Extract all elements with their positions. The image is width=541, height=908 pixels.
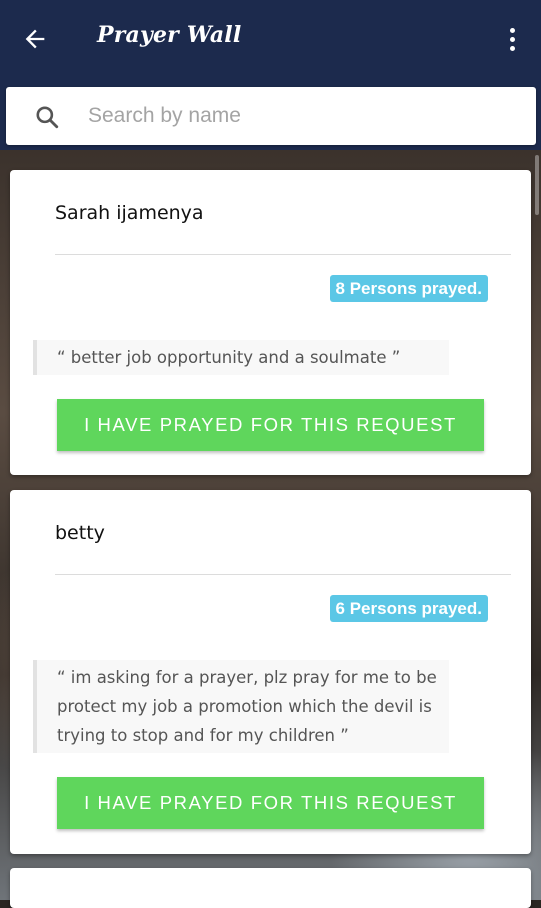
page-title: Prayer Wall <box>97 22 242 48</box>
prayer-request-card: betty 6 Persons prayed. “ im asking for … <box>10 490 531 854</box>
back-button[interactable] <box>18 22 52 56</box>
search-input[interactable] <box>82 97 534 135</box>
prayed-count-badge: 6 Persons prayed. <box>329 595 488 622</box>
search-bar <box>6 87 536 145</box>
prayed-count-badge: 8 Persons prayed. <box>329 275 488 302</box>
arrow-left-icon <box>25 29 45 49</box>
divider <box>55 254 511 255</box>
overflow-menu-button[interactable] <box>500 22 524 56</box>
prayed-for-request-button[interactable]: I HAVE PRAYED FOR THIS REQUEST <box>57 399 484 451</box>
more-vertical-icon <box>509 27 515 33</box>
requester-name: betty <box>55 522 105 544</box>
prayed-for-request-button[interactable]: I HAVE PRAYED FOR THIS REQUEST <box>57 777 484 829</box>
prayer-request-card <box>10 868 531 908</box>
requester-name: Sarah ijamenya <box>55 202 204 224</box>
request-text: “ im asking for a prayer, plz pray for m… <box>33 660 449 753</box>
scrollbar[interactable] <box>535 155 539 215</box>
request-text: “ better job opportunity and a soulmate … <box>33 340 449 375</box>
divider <box>55 574 511 575</box>
search-icon <box>36 106 59 129</box>
app-bar: Prayer Wall <box>0 0 541 150</box>
prayer-request-card: Sarah ijamenya 8 Persons prayed. “ bette… <box>10 170 531 475</box>
